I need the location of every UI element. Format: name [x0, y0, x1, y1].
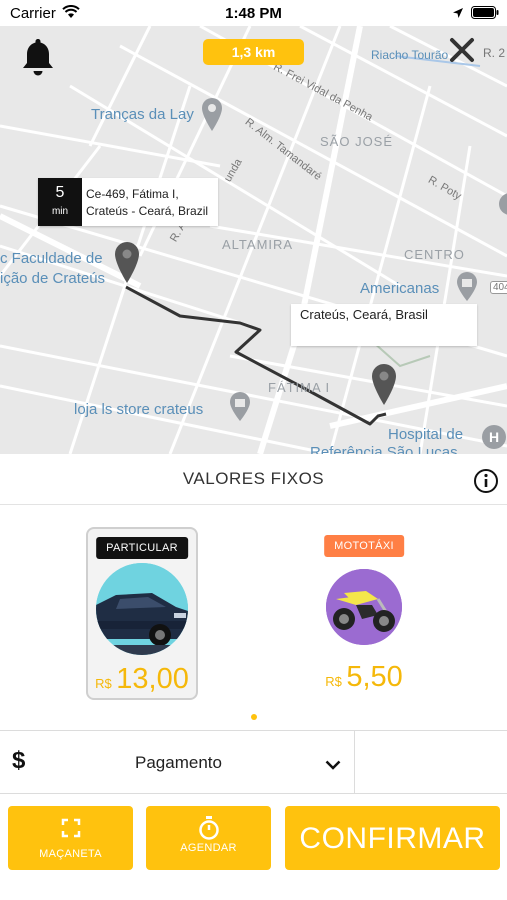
road-shield-404: 404	[490, 281, 507, 294]
eta-box: 5 min	[38, 178, 82, 226]
eta-value: 5	[55, 184, 65, 201]
chevron-down-icon[interactable]	[325, 757, 341, 775]
clock: 1:48 PM	[225, 5, 282, 22]
agendar-label: AGENDAR	[180, 842, 237, 854]
map-label-loja: loja ls store crateus	[74, 401, 204, 418]
store-poi-icon	[455, 270, 479, 307]
confirm-label: CONFIRMAR	[299, 822, 486, 855]
expand-corners-icon	[61, 818, 81, 843]
car-icon	[96, 563, 188, 655]
close-icon[interactable]	[449, 37, 475, 68]
price-currency: R$	[95, 676, 112, 691]
confirm-button[interactable]: CONFIRMAR	[285, 806, 500, 870]
fixed-values-header: VALORES FIXOS	[0, 454, 507, 505]
agendar-button[interactable]: AGENDAR	[146, 806, 271, 870]
page-indicator-dot[interactable]	[251, 714, 257, 720]
macaneta-label: MAÇANETA	[39, 848, 102, 860]
vehicle-card-particular[interactable]: PARTICULAR R$ 13,00	[86, 527, 198, 700]
poi-edge-icon	[497, 191, 507, 222]
map-label-hospital-1: Hospital de	[388, 426, 464, 443]
distance-pill: 1,3 km	[203, 39, 304, 65]
motorcycle-icon	[326, 569, 402, 645]
destination-callout: Crateús, Ceará, Brasil	[291, 304, 477, 346]
vehicle-card-mototaxi[interactable]: MOTOTÁXI R$ 5,50	[308, 527, 420, 700]
map-label-faculdade-2: ição de Crateús	[0, 270, 106, 287]
payment-divider	[354, 731, 355, 793]
street-label-r-2: R. 2	[483, 46, 506, 60]
stopwatch-icon	[198, 816, 220, 845]
vehicle-badge: MOTOTÁXI	[324, 535, 404, 557]
map-label-faculdade-1: c Faculdade de	[0, 250, 103, 267]
map-label-sao-jose: SÃO JOSÉ	[320, 134, 394, 149]
price-currency: R$	[325, 674, 342, 689]
map-view[interactable]: Riacho Tourão Tranças da Lay SÃO JOSÉ AL…	[0, 26, 507, 454]
location-arrow-icon	[452, 6, 464, 24]
info-icon[interactable]	[473, 468, 499, 499]
macaneta-button[interactable]: MAÇANETA	[8, 806, 133, 870]
vehicle-badge: PARTICULAR	[96, 537, 188, 559]
map-label-fatima: FÁTIMA I	[268, 380, 331, 395]
section-title: VALORES FIXOS	[182, 469, 325, 488]
price-value: 5,50	[346, 661, 403, 693]
destination-pin-icon[interactable]	[370, 362, 398, 411]
price-value: 13,00	[116, 663, 189, 695]
origin-address: Ce-469, Fátima I, Crateús - Ceará, Brazi…	[86, 187, 209, 218]
status-bar: Carrier 1:48 PM	[0, 0, 507, 26]
battery-icon	[471, 6, 499, 24]
map-label-americanas: Americanas	[360, 280, 440, 297]
origin-pin-icon[interactable]	[113, 240, 141, 289]
dollar-icon: $	[12, 747, 26, 774]
map-label-riacho: Riacho Tourão	[371, 48, 449, 62]
poi-pin-icon	[200, 96, 224, 137]
map-label-altamira: ALTAMIRA	[222, 237, 294, 252]
vehicle-price: R$ 5,50	[308, 661, 420, 694]
bell-icon[interactable]	[20, 36, 56, 83]
payment-selector[interactable]: $ Pagamento	[0, 730, 507, 794]
payment-label: Pagamento	[135, 753, 222, 772]
shopping-bag-poi-icon	[228, 390, 252, 427]
hospital-poi-icon: H	[481, 424, 507, 454]
eta-unit: min	[51, 206, 69, 217]
map-label-hospital-2: Referência São Lucas	[310, 444, 458, 454]
vehicle-price: R$ 13,00	[88, 663, 196, 696]
origin-callout: 5 min Ce-469, Fátima I, Crateús - Ceará,…	[38, 178, 218, 226]
map-label-trancas: Tranças da Lay	[91, 106, 194, 123]
svg-text:H: H	[489, 429, 499, 445]
map-label-centro: CENTRO	[404, 247, 465, 262]
